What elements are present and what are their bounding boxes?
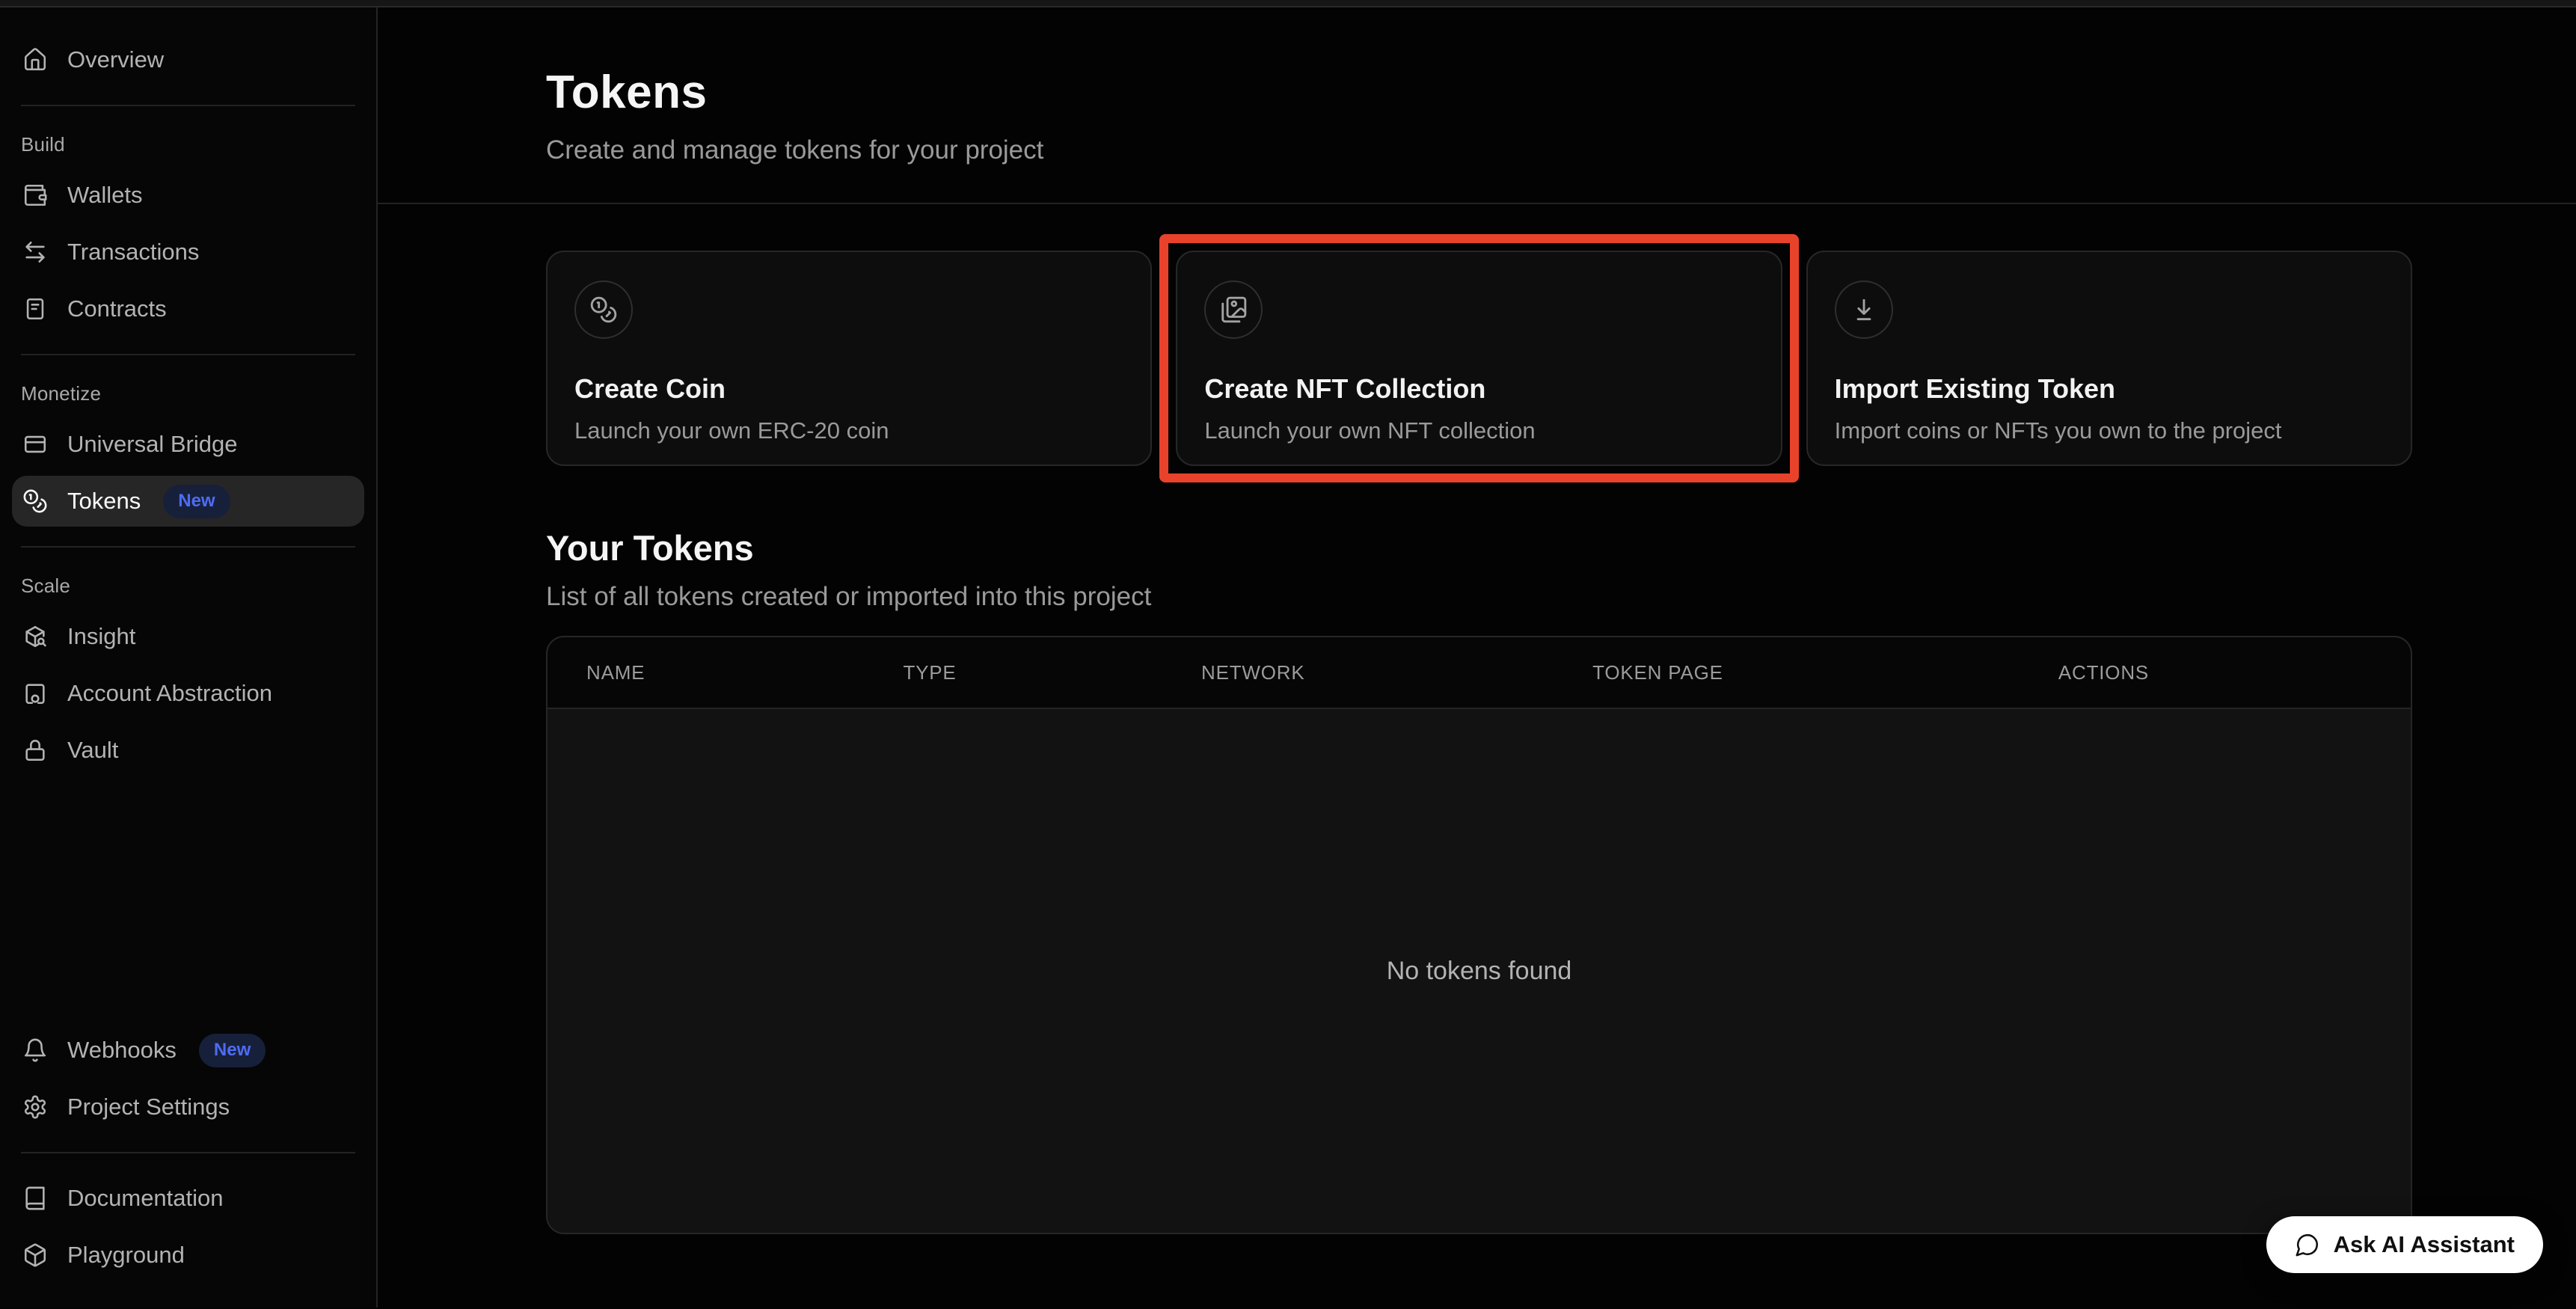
section-label-monetize: Monetize <box>12 375 364 419</box>
token-action-cards: Create CoinLaunch your own ERC-20 coinCr… <box>546 251 2412 466</box>
column-header-name: NAME <box>548 661 864 684</box>
coins-icon <box>589 295 618 324</box>
sidebar-item-wallets[interactable]: Wallets <box>12 170 364 221</box>
ask-ai-assistant-label: Ask AI Assistant <box>2334 1231 2515 1258</box>
chat-bubble-icon <box>2295 1232 2320 1257</box>
sidebar-item-label: Vault <box>67 737 118 764</box>
coins-icon <box>22 488 48 514</box>
sidebar-item-documentation[interactable]: Documentation <box>12 1173 364 1224</box>
column-header-actions: ACTIONS <box>2020 661 2411 684</box>
sidebar-item-label: Wallets <box>67 182 142 209</box>
sidebar-item-label: Overview <box>67 46 164 73</box>
card-title: Create Coin <box>574 373 1123 405</box>
sidebar-item-playground[interactable]: Playground <box>12 1230 364 1281</box>
page-header: Tokens Create and manage tokens for your… <box>378 7 2576 204</box>
empty-state-text: No tokens found <box>1387 957 1572 986</box>
sidebar-item-tokens[interactable]: Tokens New <box>12 476 364 527</box>
book-icon <box>22 1186 48 1211</box>
sidebar-item-label: Universal Bridge <box>67 431 237 458</box>
divider <box>21 105 355 106</box>
section-label-scale: Scale <box>12 567 364 611</box>
card-subtitle: Launch your own NFT collection <box>1204 417 1753 444</box>
sidebar-item-webhooks[interactable]: Webhooks New <box>12 1025 364 1076</box>
sidebar-item-label: Contracts <box>67 295 167 322</box>
divider <box>21 546 355 548</box>
tokens-table: NAMETYPENETWORKTOKEN PAGEACTIONS No toke… <box>546 636 2412 1234</box>
sidebar-item-transactions[interactable]: Transactions <box>12 227 364 278</box>
cube-icon <box>22 1242 48 1268</box>
card-icon-circle <box>1835 280 1893 339</box>
sidebar-item-vault[interactable]: Vault <box>12 725 364 776</box>
bell-icon <box>22 1037 48 1063</box>
card-create-nft-collection[interactable]: Create NFT Collection Launch your own NFT… <box>1176 251 1782 466</box>
ask-ai-assistant-button[interactable]: Ask AI Assistant <box>2266 1216 2543 1273</box>
lock-icon <box>22 738 48 763</box>
home-icon <box>22 47 48 73</box>
sidebar: Overview Build Wallets Transactions Contract… <box>0 7 378 1308</box>
card-icon-circle <box>574 280 633 339</box>
account-abstraction-icon <box>22 681 48 706</box>
divider <box>21 1152 355 1153</box>
gear-icon <box>22 1094 48 1120</box>
insight-icon <box>22 624 48 649</box>
sidebar-item-label: Documentation <box>67 1185 224 1212</box>
sidebar-item-contracts[interactable]: Contracts <box>12 283 364 334</box>
sidebar-item-insight[interactable]: Insight <box>12 611 364 662</box>
card-subtitle: Import coins or NFTs you own to the proj… <box>1835 417 2384 444</box>
column-header-network: NETWORK <box>1162 661 1554 684</box>
transactions-icon <box>22 239 48 265</box>
tokens-table-body: No tokens found <box>548 709 2411 1233</box>
section-label-build: Build <box>12 126 364 170</box>
contract-icon <box>22 296 48 322</box>
sidebar-item-label: Project Settings <box>67 1094 230 1121</box>
divider <box>21 354 355 355</box>
tokens-table-header: NAMETYPENETWORKTOKEN PAGEACTIONS <box>548 637 2411 709</box>
sidebar-nav: Overview Build Wallets Transactions Contract… <box>12 34 364 782</box>
card-create-coin[interactable]: Create Coin Launch your own ERC-20 coin <box>546 251 1152 466</box>
card-icon-circle <box>1204 280 1263 339</box>
new-badge: New <box>199 1034 266 1067</box>
bridge-card-icon <box>22 432 48 457</box>
sidebar-item-label: Transactions <box>67 239 199 266</box>
page-title: Tokens <box>546 66 2411 119</box>
your-tokens-subtitle: List of all tokens created or imported i… <box>546 582 2412 612</box>
your-tokens-title: Your Tokens <box>546 527 2412 568</box>
sidebar-item-label: Insight <box>67 623 135 650</box>
image-icon <box>1219 295 1248 324</box>
sidebar-item-universal-bridge[interactable]: Universal Bridge <box>12 419 364 470</box>
your-tokens-section: Your Tokens List of all tokens created o… <box>546 527 2412 1234</box>
window-top-strip <box>0 0 2576 7</box>
wallet-icon <box>22 183 48 208</box>
page-subtitle: Create and manage tokens for your projec… <box>546 135 2411 165</box>
card-title: Create NFT Collection <box>1204 373 1753 405</box>
sidebar-footer: Webhooks New Project Settings Documentation… <box>12 1025 364 1287</box>
card-title: Import Existing Token <box>1835 373 2384 405</box>
sidebar-item-label: Webhooks <box>67 1037 177 1064</box>
sidebar-item-project-settings[interactable]: Project Settings <box>12 1082 364 1132</box>
sidebar-item-overview[interactable]: Overview <box>12 34 364 85</box>
main-content: Tokens Create and manage tokens for your… <box>378 7 2576 1308</box>
column-header-token-page: TOKEN PAGE <box>1554 661 2020 684</box>
sidebar-item-account-abstraction[interactable]: Account Abstraction <box>12 668 364 719</box>
card-subtitle: Launch your own ERC-20 coin <box>574 417 1123 444</box>
card-import-existing-token[interactable]: Import Existing Token Import coins or NFT… <box>1806 251 2412 466</box>
sidebar-item-label: Account Abstraction <box>67 680 272 707</box>
download-icon <box>1850 295 1878 324</box>
sidebar-item-label: Tokens <box>67 488 141 515</box>
sidebar-item-label: Playground <box>67 1242 185 1269</box>
new-badge: New <box>163 485 230 518</box>
column-header-type: TYPE <box>864 661 1162 684</box>
